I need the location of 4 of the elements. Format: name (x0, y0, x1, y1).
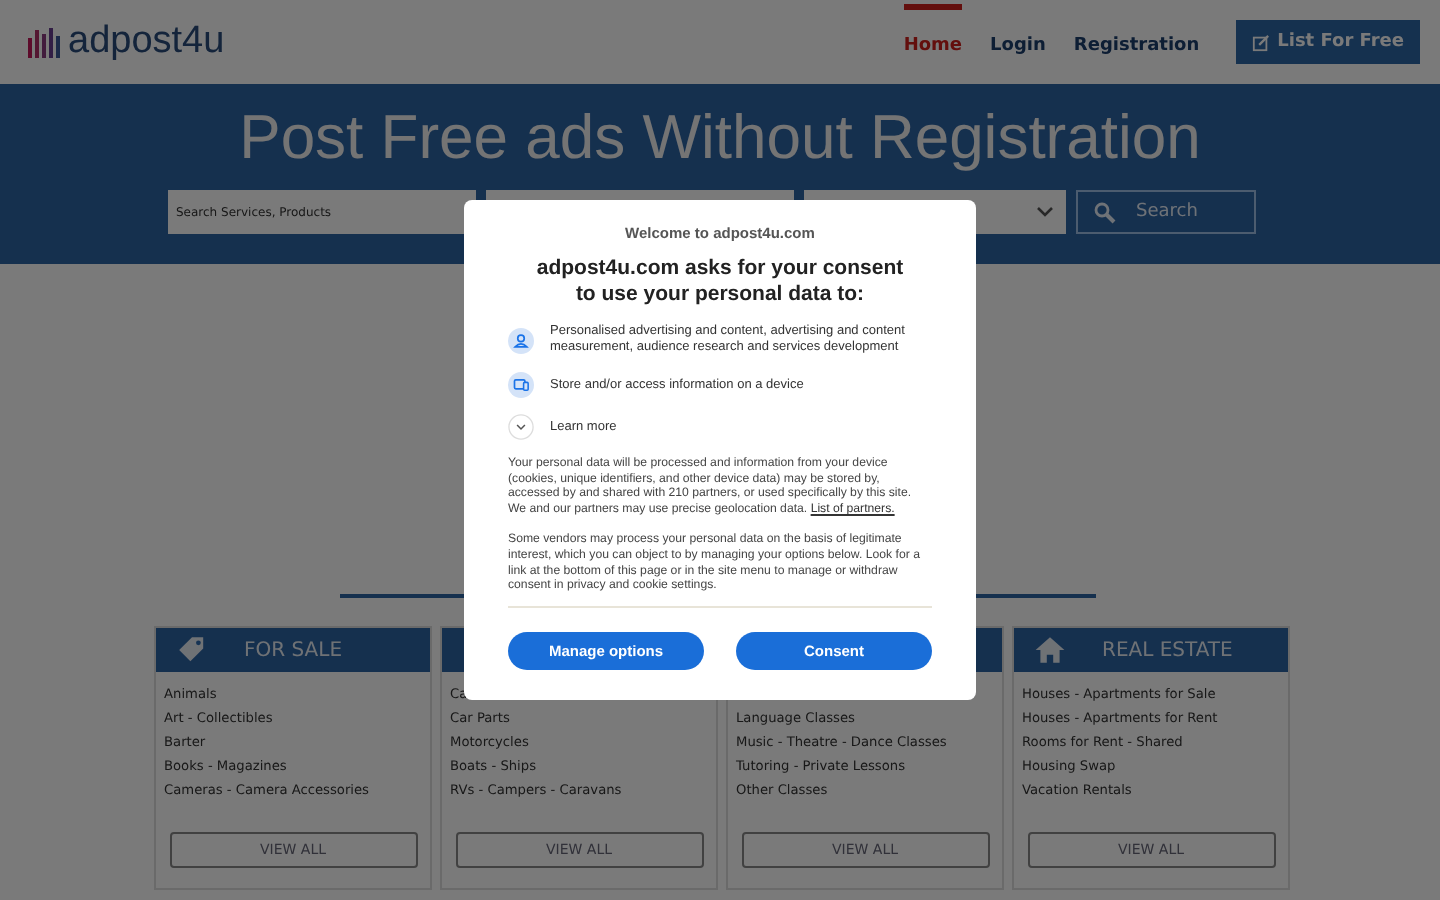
hero-title: Post Free ads Without Registration (239, 102, 1201, 174)
dialog-heading: adpost4u.com asks for your consent to use your personal data to: (534, 256, 906, 308)
card-title: REAL ESTATE (1102, 639, 1233, 661)
card-title: FOR SALE (244, 639, 343, 661)
